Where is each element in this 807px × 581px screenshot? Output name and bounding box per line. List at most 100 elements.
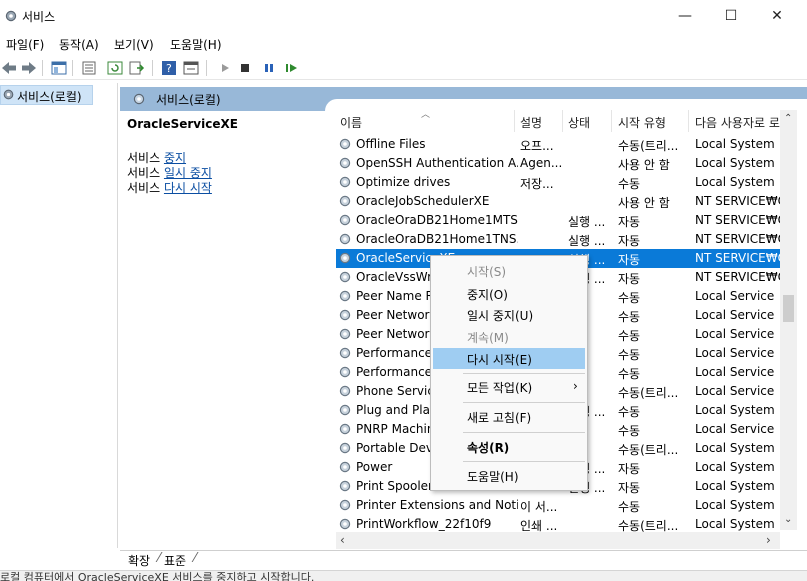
forward-arrow-icon[interactable] <box>20 59 38 77</box>
horizontal-scrollbar[interactable]: ‹ › <box>336 532 780 549</box>
column-header-status[interactable]: 상태 <box>568 114 590 131</box>
window-title: 서비스 <box>22 10 56 24</box>
service-startup-cell: 자동 <box>618 272 641 286</box>
vertical-scrollbar[interactable]: ⌃ ⌄ <box>780 110 797 530</box>
service-startup-cell: 수동 <box>618 367 641 381</box>
service-logon-cell: Local System <box>695 498 775 512</box>
service-startup-cell: 자동 <box>618 234 641 248</box>
stop-service-icon[interactable] <box>236 59 254 77</box>
list-view-icon[interactable] <box>80 59 98 77</box>
service-startup-cell: 수동 <box>618 177 641 191</box>
menu-item-stop[interactable]: 중지(O) <box>433 283 585 304</box>
service-startup-cell: 자동 <box>618 481 641 495</box>
menu-item-pause[interactable]: 일시 중지(U) <box>433 304 585 325</box>
service-startup-cell: 자동 <box>618 462 641 476</box>
service-name-cell: Optimize drives <box>356 175 451 189</box>
title-bar: 서비스 — ☐ ✕ <box>0 0 807 32</box>
pause-service-icon[interactable] <box>260 59 278 77</box>
menu-item-properties[interactable]: 속성(R) <box>433 436 585 457</box>
status-bar: 로컬 컴퓨터에서 OracleServiceXE 서비스를 중지하고 시작합니다… <box>0 570 807 581</box>
service-name-cell: Printer Extensions and Noti... <box>356 498 518 512</box>
service-row[interactable]: OpenSSH Authentication A... Agen... 사용 안 함… <box>336 154 780 173</box>
menu-action[interactable]: 동작(A) <box>59 36 99 53</box>
service-logon-cell: Local Service <box>695 346 775 360</box>
menu-view[interactable]: 보기(V) <box>114 36 154 53</box>
service-gear-icon <box>338 460 352 474</box>
scroll-left-icon[interactable]: ‹ <box>340 533 345 547</box>
console-tree-icon[interactable] <box>50 59 68 77</box>
service-logon-cell: NT SERVICE₩Or <box>695 232 780 246</box>
service-gear-icon <box>338 517 352 531</box>
properties-icon[interactable] <box>182 59 200 77</box>
export-list-icon[interactable] <box>128 59 146 77</box>
restart-service-link[interactable]: 다시 시작 <box>164 181 212 195</box>
service-startup-cell: 수동 <box>618 329 641 343</box>
service-logon-cell: NT SERVICE₩Or <box>695 270 780 284</box>
service-description-cell: 이 서... <box>520 500 558 514</box>
service-gear-icon <box>338 441 352 455</box>
menu-file[interactable]: 파일(F) <box>6 36 44 53</box>
maximize-button[interactable]: ☐ <box>708 0 754 32</box>
service-gear-icon <box>338 346 352 360</box>
menu-help[interactable]: 도움말(H) <box>170 36 222 53</box>
service-gear-icon <box>338 175 352 189</box>
service-row[interactable]: OracleOraDB21Home1TNS... 실행 ... 자동 NT SERVI… <box>336 230 780 249</box>
start-service-icon[interactable] <box>216 59 234 77</box>
menu-item-help[interactable]: 도움말(H) <box>433 465 585 486</box>
back-arrow-icon[interactable] <box>0 59 18 77</box>
column-header-logon[interactable]: 다음 사용자로 로 <box>695 114 780 131</box>
menu-item-all-tasks[interactable]: 모든 작업(K) › <box>433 376 585 397</box>
service-gear-icon <box>338 308 352 322</box>
service-startup-cell: 사용 안 함 <box>618 158 670 172</box>
service-startup-cell: 자동 <box>618 253 641 267</box>
column-header-startup-type[interactable]: 시작 유형 <box>618 114 666 131</box>
tab-standard[interactable]: 표준 <box>164 552 186 569</box>
column-header-name[interactable]: 이름 <box>340 114 362 131</box>
restart-service-icon[interactable] <box>283 59 301 77</box>
service-row[interactable]: OracleOraDB21Home1MTS... 실행 ... 자동 NT SERVI… <box>336 211 780 230</box>
service-logon-cell: NT SERVICE₩Or <box>695 251 780 265</box>
service-logon-cell: Local System <box>695 137 775 151</box>
service-row[interactable]: OracleJobSchedulerXE 사용 안 함 NT SERVICE₩Or <box>336 192 780 211</box>
service-row[interactable]: Offline Files 오프... 수동(트리... Local System <box>336 135 780 154</box>
service-row[interactable]: Printer Extensions and Noti... 이 서... 수동 Lo… <box>336 496 780 515</box>
service-status-cell: 실행 ... <box>568 215 606 229</box>
close-button[interactable]: ✕ <box>754 0 800 32</box>
help-icon[interactable]: ? <box>160 59 178 77</box>
service-row[interactable]: Optimize drives 저장... 수동 Local System <box>336 173 780 192</box>
service-name-cell: PrintWorkflow_22f10f9 <box>356 517 492 531</box>
service-name-cell: Offline Files <box>356 137 426 151</box>
tree-item-label: 서비스(로컬) <box>17 90 82 104</box>
service-gear-icon <box>338 384 352 398</box>
refresh-icon[interactable] <box>106 59 124 77</box>
service-startup-cell: 수동(트리... <box>618 139 679 153</box>
minimize-button[interactable]: — <box>662 0 708 32</box>
selected-service-name: OracleServiceXE <box>127 117 238 131</box>
services-gear-icon <box>132 92 146 109</box>
service-logon-cell: NT SERVICE₩Or <box>695 213 780 227</box>
scroll-down-icon[interactable]: ⌄ <box>784 514 792 525</box>
menu-item-start[interactable]: 시작(S) <box>433 260 585 281</box>
service-gear-icon <box>338 270 352 284</box>
pause-service-link[interactable]: 일시 중지 <box>164 166 212 180</box>
menu-item-refresh[interactable]: 새로 고침(F) <box>433 406 585 427</box>
menu-item-resume[interactable]: 계속(M) <box>433 326 585 347</box>
submenu-arrow-icon: › <box>573 379 578 393</box>
service-description-cell: 오프... <box>520 139 554 153</box>
stop-service-link[interactable]: 중지 <box>164 151 186 165</box>
scroll-right-icon[interactable]: › <box>766 533 771 547</box>
scrollbar-thumb[interactable] <box>783 295 794 322</box>
menu-item-restart[interactable]: 다시 시작(E) <box>433 348 585 369</box>
service-name-cell: OracleOraDB21Home1TNS... <box>356 232 518 246</box>
service-gear-icon <box>338 403 352 417</box>
column-header-description[interactable]: 설명 <box>520 114 542 131</box>
service-logon-cell: Local System <box>695 403 775 417</box>
tree-item-services-local[interactable]: 서비스(로컬) <box>0 85 93 105</box>
service-logon-cell: NT SERVICE₩Or <box>695 194 780 208</box>
service-logon-cell: Local Service <box>695 365 775 379</box>
service-gear-icon <box>338 156 352 170</box>
scroll-up-icon[interactable]: ⌃ <box>784 113 792 124</box>
tab-extended[interactable]: 확장 <box>128 552 150 569</box>
service-gear-icon <box>338 327 352 341</box>
panel-header-title: 서비스(로컬) <box>156 93 221 107</box>
